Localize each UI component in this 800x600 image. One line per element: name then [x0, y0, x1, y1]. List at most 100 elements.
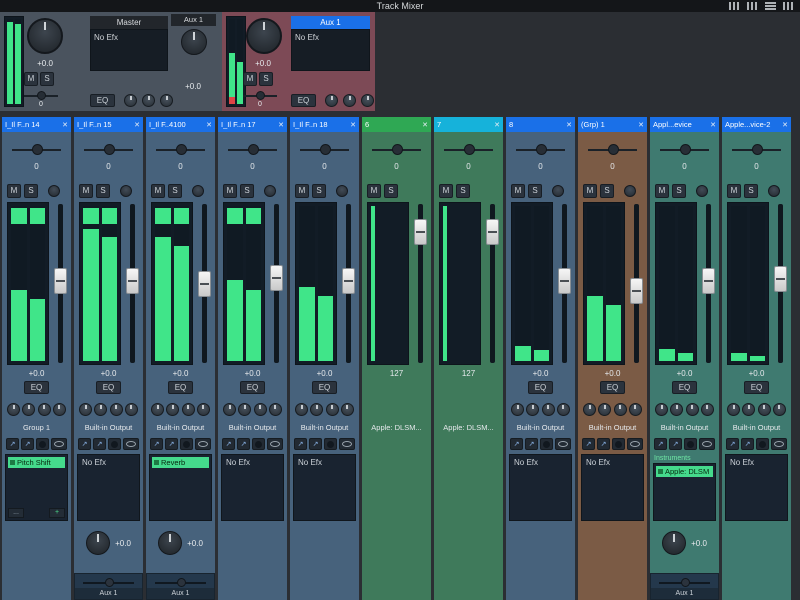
send-route-button-2[interactable]: ↗: [165, 438, 178, 450]
send-route-button[interactable]: ↗: [150, 438, 163, 450]
close-icon[interactable]: ✕: [782, 121, 788, 129]
aux-send-knob[interactable]: [181, 29, 207, 55]
mute-button[interactable]: M: [24, 72, 38, 86]
output-label[interactable]: Apple: DLSM...: [362, 421, 431, 435]
send-route-button-2[interactable]: ↗: [597, 438, 610, 450]
knob[interactable]: [361, 94, 374, 107]
pan-knob[interactable]: [176, 144, 187, 155]
fader-handle[interactable]: [54, 268, 67, 294]
send-route-button-2[interactable]: ↗: [21, 438, 34, 450]
output-label[interactable]: Built-in Output: [650, 421, 719, 435]
solo-button[interactable]: S: [40, 72, 54, 86]
knob[interactable]: [583, 403, 596, 416]
knob[interactable]: [614, 403, 627, 416]
solo-button[interactable]: S: [600, 184, 614, 198]
strip-header[interactable]: 7 ✕: [434, 117, 503, 132]
mute-button[interactable]: M: [79, 184, 93, 198]
fader-handle[interactable]: [486, 219, 499, 245]
send-stereo-button[interactable]: [699, 438, 715, 450]
strip-header[interactable]: I_Il F..n 14 ✕: [2, 117, 71, 132]
knob[interactable]: [151, 403, 164, 416]
send-mono-button[interactable]: [612, 438, 625, 450]
knob[interactable]: [94, 403, 107, 416]
eq-button[interactable]: EQ: [90, 94, 115, 107]
strip-header[interactable]: 6 ✕: [362, 117, 431, 132]
eq-button[interactable]: EQ: [291, 94, 316, 107]
mute-button[interactable]: M: [223, 184, 237, 198]
efx-slot[interactable]: Pitch Shift ... +: [5, 454, 68, 521]
efx-active-label[interactable]: Apple: DLSM: [656, 466, 713, 477]
eq-button[interactable]: EQ: [24, 381, 49, 394]
strip-header[interactable]: I_Il F..n 18 ✕: [290, 117, 359, 132]
close-icon[interactable]: ✕: [422, 121, 428, 129]
send-route-button[interactable]: ↗: [582, 438, 595, 450]
mute-button[interactable]: M: [511, 184, 525, 198]
eq-button[interactable]: EQ: [312, 381, 337, 394]
fader-handle[interactable]: [630, 278, 643, 304]
send-stereo-button[interactable]: [627, 438, 643, 450]
output-label[interactable]: Group 1: [2, 421, 71, 435]
solo-button[interactable]: S: [456, 184, 470, 198]
fader-handle[interactable]: [702, 268, 715, 294]
eq-button[interactable]: EQ: [600, 381, 625, 394]
aux-header[interactable]: Aux 1: [291, 16, 370, 29]
efx-active-label[interactable]: Pitch Shift: [8, 457, 65, 468]
send-mono-button[interactable]: [108, 438, 121, 450]
send-route-button[interactable]: ↗: [78, 438, 91, 450]
aux-mini-header[interactable]: Aux 1: [171, 14, 216, 26]
menu-icon[interactable]: [765, 2, 776, 10]
efx-slot[interactable]: No Efx: [77, 454, 140, 521]
knob[interactable]: [343, 94, 356, 107]
narrow-strips-icon[interactable]: [729, 2, 740, 10]
record-button[interactable]: [48, 185, 60, 197]
eq-button[interactable]: EQ: [528, 381, 553, 394]
fader-handle[interactable]: [414, 219, 427, 245]
mute-button[interactable]: M: [727, 184, 741, 198]
panel-toggle-icon[interactable]: [783, 2, 794, 10]
mute-button[interactable]: M: [367, 184, 381, 198]
knob[interactable]: [557, 403, 570, 416]
knob[interactable]: [310, 403, 323, 416]
aux-volume-knob[interactable]: [246, 18, 282, 54]
close-icon[interactable]: ✕: [494, 121, 500, 129]
knob[interactable]: [526, 403, 539, 416]
fader-handle[interactable]: [270, 265, 283, 291]
record-button[interactable]: [768, 185, 780, 197]
record-button[interactable]: [552, 185, 564, 197]
record-button[interactable]: [624, 185, 636, 197]
send-mono-button[interactable]: [684, 438, 697, 450]
solo-button[interactable]: S: [528, 184, 542, 198]
output-label[interactable]: Apple: DLSM...: [434, 421, 503, 435]
knob[interactable]: [727, 403, 740, 416]
aux-efx-slot[interactable]: No Efx: [291, 29, 370, 71]
efx-slot[interactable]: Reverb: [149, 454, 212, 521]
knob[interactable]: [655, 403, 668, 416]
knob[interactable]: [686, 403, 699, 416]
fader-handle[interactable]: [198, 271, 211, 297]
close-icon[interactable]: ✕: [350, 121, 356, 129]
strip-header[interactable]: 8 ✕: [506, 117, 575, 132]
fader-handle[interactable]: [126, 268, 139, 294]
knob[interactable]: [758, 403, 771, 416]
send-route-button-2[interactable]: ↗: [237, 438, 250, 450]
close-icon[interactable]: ✕: [278, 121, 284, 129]
send-stereo-button[interactable]: [195, 438, 211, 450]
knob[interactable]: [160, 94, 173, 107]
knob[interactable]: [124, 94, 137, 107]
efx-slot[interactable]: No Efx: [509, 454, 572, 521]
send-route-button[interactable]: ↗: [510, 438, 523, 450]
pan-knob[interactable]: [320, 144, 331, 155]
close-icon[interactable]: ✕: [710, 121, 716, 129]
send-route-button-2[interactable]: ↗: [669, 438, 682, 450]
knob[interactable]: [325, 94, 338, 107]
close-icon[interactable]: ✕: [566, 121, 572, 129]
pan-knob[interactable]: [752, 144, 763, 155]
record-button[interactable]: [264, 185, 276, 197]
close-icon[interactable]: ✕: [134, 121, 140, 129]
strip-header[interactable]: I_Il F..4100 ✕: [146, 117, 215, 132]
strip-header[interactable]: Apple...vice-2 ✕: [722, 117, 791, 132]
knob[interactable]: [598, 403, 611, 416]
knob[interactable]: [326, 403, 339, 416]
fader-handle[interactable]: [558, 268, 571, 294]
send-mono-button[interactable]: [36, 438, 49, 450]
